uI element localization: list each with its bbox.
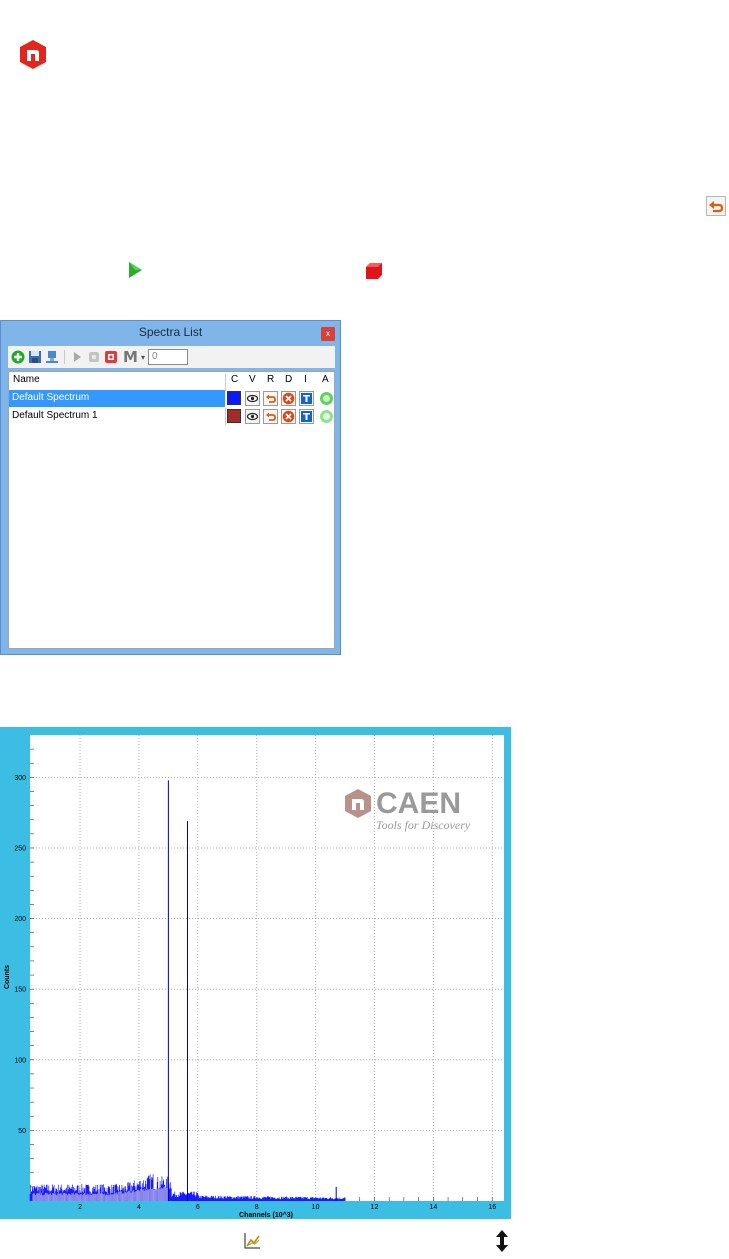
load-icon[interactable] (45, 350, 59, 364)
x-tick-label: 4 (137, 1204, 141, 1211)
col-header-color: C (231, 374, 239, 385)
color-swatch[interactable] (227, 391, 241, 405)
active-indicator-icon[interactable] (319, 391, 334, 406)
reset-spectrum-button[interactable] (263, 409, 278, 424)
y-tick-label: 150 (14, 987, 26, 994)
x-tick-label: 12 (371, 1204, 379, 1211)
close-button[interactable]: x (321, 327, 335, 341)
chevron-down-icon[interactable]: ▾ (141, 353, 145, 362)
x-tick-label: 6 (196, 1204, 200, 1211)
play-icon[interactable] (126, 261, 144, 279)
caen-brand: CAEN (376, 787, 461, 820)
x-tick-label: 2 (78, 1204, 82, 1211)
x-axis-label: Channels (10^3) (239, 1211, 293, 1219)
y-tick-label: 250 (14, 845, 26, 852)
col-header-reset: R (267, 374, 275, 385)
table-header: Name C V R D I A (9, 373, 334, 391)
y-tick-label: 100 (14, 1057, 26, 1064)
x-tick-label: 14 (429, 1204, 437, 1211)
col-divider (225, 408, 226, 425)
info-icon (301, 393, 312, 404)
spectra-list-window: Spectra List x M ▾ 0 Name C V R D I A De… (0, 320, 341, 655)
delete-spectrum-button[interactable] (281, 391, 296, 406)
stop-disabled-icon[interactable] (87, 350, 101, 364)
spectra-toolbar: M ▾ 0 (8, 346, 335, 368)
caen-tagline: Tools for Discovery (376, 818, 471, 832)
col-header-info: I (304, 374, 307, 385)
save-icon[interactable] (28, 350, 42, 364)
view-toggle-button[interactable] (245, 391, 260, 406)
add-spectrum-icon[interactable] (11, 350, 25, 364)
app-logo-icon (20, 40, 46, 69)
spectra-list-title: Spectra List (138, 325, 203, 339)
y-axis-label: Counts (4, 965, 11, 989)
view-toggle-button[interactable] (245, 409, 260, 424)
spectra-table: Name C V R D I A Default Spectrum Defaul… (8, 371, 335, 649)
spectrum-name: Default Spectrum (12, 392, 90, 403)
spectrum-name: Default Spectrum 1 (12, 410, 98, 421)
eye-icon (246, 412, 259, 421)
x-tick-label: 16 (488, 1204, 496, 1211)
y-tick-label: 50 (18, 1128, 26, 1135)
col-divider (225, 374, 226, 391)
eye-icon (246, 394, 259, 403)
y-tick-label: 200 (14, 916, 26, 923)
delete-icon (282, 410, 295, 423)
count-input[interactable]: 0 (147, 349, 188, 365)
y-tick-label: 300 (14, 775, 26, 782)
start-icon[interactable] (70, 350, 84, 364)
x-tick-label: 10 (312, 1204, 320, 1211)
info-button[interactable] (299, 409, 314, 424)
memory-menu-button[interactable]: M (123, 348, 138, 366)
x-tick-label: 8 (255, 1204, 259, 1211)
vertical-resize-icon[interactable] (495, 1230, 509, 1252)
col-header-delete: D (285, 374, 293, 385)
reset-spectrum-button[interactable] (263, 391, 278, 406)
active-indicator-icon[interactable] (319, 409, 334, 424)
spectrum-chart[interactable]: 2 4 6 8 10 12 14 16 50 100 150 200 250 300 CAEN Tools… (0, 727, 511, 1219)
undo-icon (266, 412, 276, 421)
delete-spectrum-button[interactable] (281, 409, 296, 424)
reset-icon[interactable] (706, 196, 726, 216)
info-icon (301, 411, 312, 422)
color-swatch[interactable] (227, 409, 241, 423)
toolbar-separator (64, 350, 65, 364)
delete-icon (282, 392, 295, 405)
stop-icon[interactable] (364, 261, 384, 281)
col-header-view: V (249, 374, 256, 385)
chart-style-icon[interactable] (243, 1232, 261, 1250)
table-row[interactable]: Default Spectrum (9, 390, 334, 407)
col-header-name: Name (13, 374, 40, 385)
undo-icon (266, 394, 276, 403)
col-header-active: A (322, 374, 329, 385)
record-icon[interactable] (104, 350, 118, 364)
table-row[interactable]: Default Spectrum 1 (9, 408, 334, 425)
info-button[interactable] (299, 391, 314, 406)
